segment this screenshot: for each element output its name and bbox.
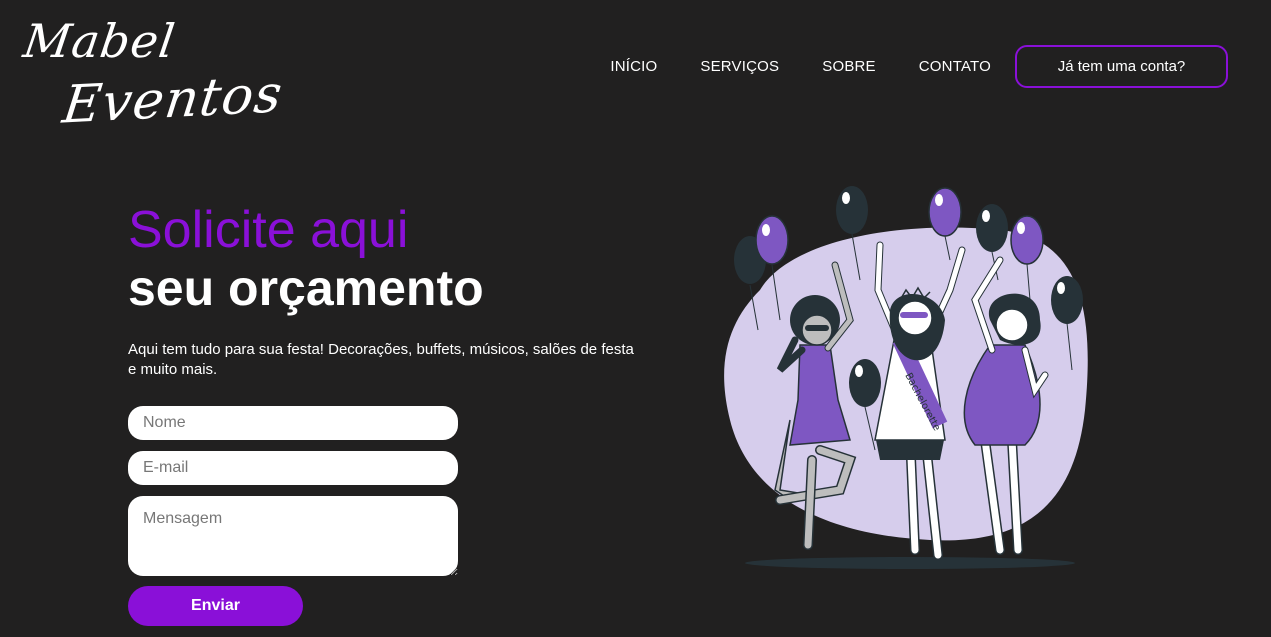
logo-text-line1: Mabel bbox=[20, 14, 179, 68]
nav-link-sobre[interactable]: SOBRE bbox=[822, 58, 876, 75]
landing-page: Mabel Eventos INÍCIO SERVIÇOS SOBRE CONT… bbox=[0, 0, 1271, 637]
hero-subtitle: seu orçamento bbox=[128, 260, 484, 316]
hero-description: Aqui tem tudo para sua festa! Decorações… bbox=[128, 341, 634, 378]
email-input[interactable] bbox=[128, 451, 458, 485]
hero-title: Solicite aqui bbox=[128, 201, 409, 259]
name-input[interactable] bbox=[128, 406, 458, 440]
ground-shadow bbox=[745, 557, 1075, 569]
login-button[interactable]: Já tem uma conta? bbox=[1015, 45, 1228, 88]
brand-logo[interactable]: Mabel Eventos bbox=[20, 14, 286, 144]
nav-link-servicos[interactable]: SERVIÇOS bbox=[700, 58, 779, 75]
submit-button[interactable]: Enviar bbox=[128, 586, 303, 626]
nav-link-inicio[interactable]: INÍCIO bbox=[610, 58, 657, 75]
party-illustration: Bachelorette bbox=[724, 186, 1088, 569]
nav-link-contato[interactable]: CONTATO bbox=[919, 58, 991, 75]
main-nav: INÍCIO SERVIÇOS SOBRE CONTATO Já tem uma… bbox=[610, 45, 1228, 88]
logo-text-line2: Eventos bbox=[59, 64, 287, 136]
message-textarea[interactable] bbox=[128, 496, 458, 576]
